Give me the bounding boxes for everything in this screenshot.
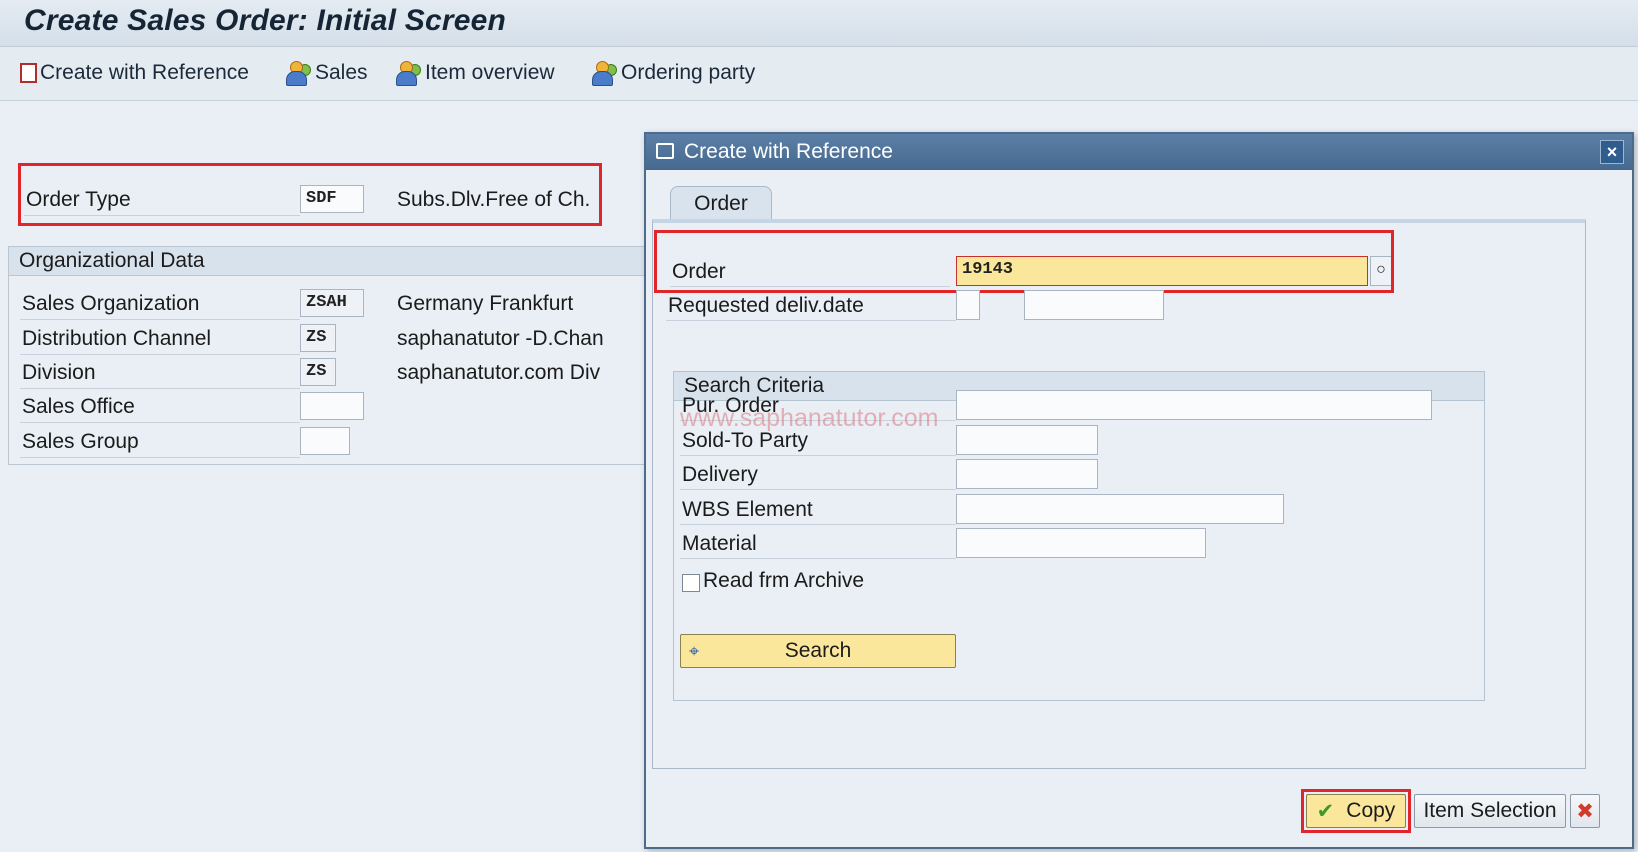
order-type-input[interactable]: SDF: [300, 185, 364, 213]
ordering-party-label: Ordering party: [621, 61, 756, 84]
dialog-title-bar[interactable]: Create with Reference ×: [646, 134, 1632, 170]
distribution-channel-input[interactable]: ZS: [300, 324, 336, 352]
item-overview-icon: [396, 61, 422, 86]
divider: [20, 457, 300, 458]
divider: [20, 388, 300, 389]
delivery-label: Delivery: [682, 463, 758, 486]
dialog-icon: [656, 143, 674, 159]
sales-organization-label: Sales Organization: [22, 292, 200, 315]
divider: [680, 524, 956, 525]
item-overview-label: Item overview: [425, 61, 555, 84]
item-overview-button[interactable]: Item overview: [396, 59, 555, 87]
order-type-label: Order Type: [26, 188, 131, 211]
order-type-description: Subs.Dlv.Free of Ch.: [397, 188, 591, 211]
delivery-input[interactable]: [956, 459, 1098, 489]
page-title: Create Sales Order: Initial Screen: [24, 4, 507, 37]
order-highlight: [654, 230, 1394, 293]
wbs-element-label: WBS Element: [682, 498, 813, 521]
create-with-reference-button[interactable]: Create with Reference: [16, 59, 249, 87]
divider: [20, 422, 300, 423]
sales-button[interactable]: Sales: [286, 59, 368, 87]
item-selection-button[interactable]: Item Selection: [1414, 794, 1566, 828]
wbs-element-input[interactable]: [956, 494, 1284, 524]
material-label: Material: [682, 532, 757, 555]
ordering-party-button[interactable]: Ordering party: [592, 59, 755, 87]
create-with-reference-dialog: Create with Reference × Order Search Cri…: [644, 132, 1634, 849]
sales-organization-description: Germany Frankfurt: [397, 292, 574, 315]
item-selection-label: Item Selection: [1423, 799, 1557, 822]
read-archive-label: Read frm Archive: [703, 569, 865, 592]
dialog-title: Create with Reference: [684, 140, 893, 163]
pur-order-input[interactable]: [956, 390, 1432, 420]
distribution-channel-label: Distribution Channel: [22, 327, 212, 350]
requested-delivery-date-label: Requested deliv.date: [668, 294, 864, 317]
binoculars-icon: ⌖: [689, 641, 700, 661]
sales-icon: [286, 61, 312, 86]
requested-delivery-date-type-input[interactable]: [956, 290, 980, 320]
material-input[interactable]: [956, 528, 1206, 558]
division-label: Division: [22, 361, 96, 384]
order-type-underline: [24, 215, 300, 216]
create-with-reference-label: Create with Reference: [40, 61, 249, 84]
division-description: saphanatutor.com Div: [397, 361, 601, 384]
title-bar: Create Sales Order: Initial Screen: [0, 0, 1638, 47]
application-toolbar: Create with Reference Sales Item overvie…: [0, 47, 1638, 101]
organizational-data-header: Organizational Data: [9, 247, 647, 276]
tab-order[interactable]: Order: [670, 186, 772, 220]
sales-group-label: Sales Group: [22, 430, 139, 453]
sales-group-input[interactable]: [300, 427, 350, 455]
sales-label: Sales: [315, 61, 368, 84]
requested-delivery-date-input[interactable]: [1024, 290, 1164, 320]
divider: [666, 320, 956, 321]
search-button[interactable]: ⌖ Search: [680, 634, 956, 668]
sales-office-label: Sales Office: [22, 395, 135, 418]
divider: [680, 558, 956, 559]
divider: [680, 455, 956, 456]
division-input[interactable]: ZS: [300, 358, 336, 386]
ordering-party-icon: [592, 61, 618, 86]
cancel-button[interactable]: ✖: [1570, 794, 1600, 828]
read-archive-checkbox[interactable]: [682, 574, 700, 592]
close-icon[interactable]: ×: [1600, 140, 1624, 164]
divider: [680, 489, 956, 490]
divider: [20, 319, 300, 320]
search-button-label: Search: [784, 639, 852, 662]
copy-highlight: [1301, 789, 1411, 833]
divider: [20, 354, 300, 355]
sold-to-party-input[interactable]: [956, 425, 1098, 455]
sales-organization-input[interactable]: ZSAH: [300, 289, 364, 317]
cancel-icon: ✖: [1576, 799, 1594, 823]
document-icon: [16, 63, 37, 86]
sales-office-input[interactable]: [300, 392, 364, 420]
sold-to-party-label: Sold-To Party: [682, 429, 809, 452]
distribution-channel-description: saphanatutor -D.Chan: [397, 327, 604, 350]
